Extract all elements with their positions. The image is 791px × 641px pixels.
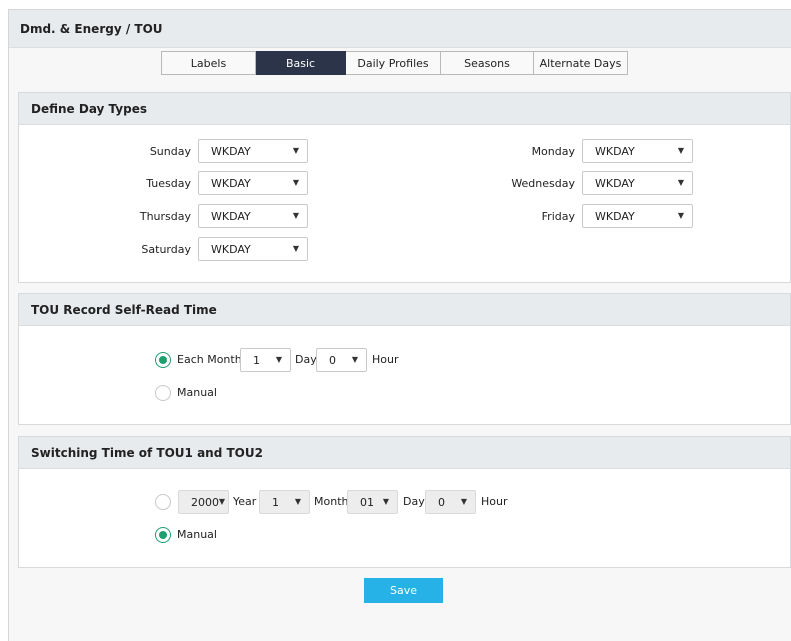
switching-manual-label: Manual bbox=[177, 528, 217, 541]
switching-year-select[interactable]: 2000 ▼ bbox=[178, 490, 229, 514]
caret-down-icon: ▼ bbox=[677, 211, 684, 220]
caret-down-icon: ▼ bbox=[382, 497, 389, 506]
saturday-select[interactable]: WKDAY ▼ bbox=[198, 237, 308, 261]
caret-down-icon: ▼ bbox=[218, 497, 225, 506]
switching-manual-radio[interactable] bbox=[155, 527, 171, 543]
switching-month-value: 1 bbox=[272, 496, 279, 509]
wednesday-label: Wednesday bbox=[511, 177, 575, 190]
friday-value: WKDAY bbox=[595, 210, 635, 223]
thursday-select[interactable]: WKDAY ▼ bbox=[198, 204, 308, 228]
caret-down-icon: ▼ bbox=[292, 244, 299, 253]
switching-year-label: Year bbox=[233, 495, 257, 508]
self-read-hour-label: Hour bbox=[372, 353, 399, 366]
self-read-day-select[interactable]: 1 ▼ bbox=[240, 348, 291, 372]
switching-panel: Switching Time of TOU1 and TOU2 2000 ▼ Y… bbox=[18, 436, 791, 568]
wednesday-value: WKDAY bbox=[595, 177, 635, 190]
day-types-title: Define Day Types bbox=[31, 102, 147, 116]
tuesday-label: Tuesday bbox=[146, 177, 191, 190]
tuesday-value: WKDAY bbox=[211, 177, 251, 190]
tab-basic[interactable]: Basic bbox=[256, 51, 346, 75]
switching-hour-value: 0 bbox=[438, 496, 445, 509]
self-read-panel: TOU Record Self-Read Time Each Month 1 ▼… bbox=[18, 293, 791, 425]
save-button[interactable]: Save bbox=[364, 578, 443, 603]
switching-month-label: Month bbox=[314, 495, 349, 508]
sunday-label: Sunday bbox=[149, 145, 191, 158]
monday-select[interactable]: WKDAY ▼ bbox=[582, 139, 693, 163]
wednesday-select[interactable]: WKDAY ▼ bbox=[582, 171, 693, 195]
switching-date-radio[interactable] bbox=[155, 494, 171, 510]
tab-alternate-days[interactable]: Alternate Days bbox=[534, 51, 628, 75]
saturday-value: WKDAY bbox=[211, 243, 251, 256]
switching-day-label: Day bbox=[403, 495, 425, 508]
tab-daily-profiles[interactable]: Daily Profiles bbox=[346, 51, 441, 75]
each-month-label: Each Month bbox=[177, 353, 242, 366]
self-read-manual-radio[interactable] bbox=[155, 385, 171, 401]
thursday-value: WKDAY bbox=[211, 210, 251, 223]
self-read-hour-select[interactable]: 0 ▼ bbox=[316, 348, 367, 372]
day-types-panel: Define Day Types Sunday WKDAY ▼ Monday W… bbox=[18, 92, 791, 283]
caret-down-icon: ▼ bbox=[677, 146, 684, 155]
each-month-radio[interactable] bbox=[155, 352, 171, 368]
self-read-header: TOU Record Self-Read Time bbox=[19, 294, 790, 326]
page-title: Dmd. & Energy / TOU bbox=[20, 22, 163, 36]
friday-label: Friday bbox=[541, 210, 575, 223]
self-read-hour-value: 0 bbox=[329, 354, 336, 367]
caret-down-icon: ▼ bbox=[677, 178, 684, 187]
switching-hour-label: Hour bbox=[481, 495, 508, 508]
sunday-select[interactable]: WKDAY ▼ bbox=[198, 139, 308, 163]
caret-down-icon: ▼ bbox=[294, 497, 301, 506]
self-read-manual-label: Manual bbox=[177, 386, 217, 399]
tab-seasons[interactable]: Seasons bbox=[441, 51, 534, 75]
self-read-day-label: Day bbox=[295, 353, 317, 366]
caret-down-icon: ▼ bbox=[292, 146, 299, 155]
caret-down-icon: ▼ bbox=[275, 355, 282, 364]
monday-value: WKDAY bbox=[595, 145, 635, 158]
monday-label: Monday bbox=[531, 145, 575, 158]
switching-title: Switching Time of TOU1 and TOU2 bbox=[31, 446, 263, 460]
sunday-value: WKDAY bbox=[211, 145, 251, 158]
switching-day-select[interactable]: 01 ▼ bbox=[347, 490, 398, 514]
page-header: Dmd. & Energy / TOU bbox=[9, 10, 791, 48]
day-types-header: Define Day Types bbox=[19, 93, 790, 125]
tuesday-select[interactable]: WKDAY ▼ bbox=[198, 171, 308, 195]
caret-down-icon: ▼ bbox=[292, 211, 299, 220]
saturday-label: Saturday bbox=[141, 243, 191, 256]
friday-select[interactable]: WKDAY ▼ bbox=[582, 204, 693, 228]
switching-year-value: 2000 bbox=[191, 496, 219, 509]
switching-hour-select[interactable]: 0 ▼ bbox=[425, 490, 476, 514]
thursday-label: Thursday bbox=[139, 210, 191, 223]
self-read-day-value: 1 bbox=[253, 354, 260, 367]
tab-bar: Labels Basic Daily Profiles Seasons Alte… bbox=[161, 51, 628, 75]
caret-down-icon: ▼ bbox=[292, 178, 299, 187]
self-read-title: TOU Record Self-Read Time bbox=[31, 303, 217, 317]
caret-down-icon: ▼ bbox=[351, 355, 358, 364]
tab-labels[interactable]: Labels bbox=[161, 51, 256, 75]
switching-day-value: 01 bbox=[360, 496, 374, 509]
switching-month-select[interactable]: 1 ▼ bbox=[259, 490, 310, 514]
caret-down-icon: ▼ bbox=[460, 497, 467, 506]
switching-header: Switching Time of TOU1 and TOU2 bbox=[19, 437, 790, 469]
